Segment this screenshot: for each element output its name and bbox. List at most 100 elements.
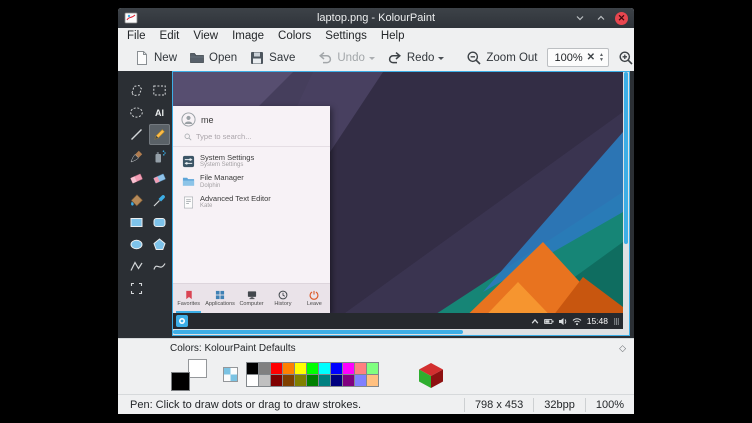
battery-icon bbox=[544, 317, 554, 326]
redo-button[interactable]: Redo bbox=[381, 47, 451, 69]
foreground-color-swatch[interactable] bbox=[171, 372, 190, 391]
maximize-button[interactable] bbox=[594, 12, 607, 25]
launcher-app[interactable]: Advanced Text EditorKate bbox=[173, 192, 330, 213]
launcher-tab-favorites[interactable]: Favorites bbox=[173, 284, 204, 313]
palette-color[interactable] bbox=[366, 374, 379, 387]
tool-selection-free-form[interactable] bbox=[126, 80, 147, 101]
rectangle-icon bbox=[129, 215, 144, 230]
tool-selection-elliptical[interactable] bbox=[126, 102, 147, 123]
undo-button[interactable]: Undo bbox=[311, 47, 381, 69]
search-placeholder: Type to search... bbox=[196, 132, 251, 141]
file-manager-icon bbox=[182, 175, 195, 188]
launcher-app[interactable]: File ManagerDolphin bbox=[173, 172, 330, 193]
menu-help[interactable]: Help bbox=[381, 30, 405, 42]
panel-toolbox-icon[interactable] bbox=[613, 317, 620, 326]
background-color-swatch[interactable] bbox=[188, 359, 207, 378]
tool-rectangle[interactable] bbox=[126, 212, 147, 233]
tool-rounded-rectangle[interactable] bbox=[149, 212, 170, 233]
launcher-tab-computer[interactable]: Computer bbox=[236, 284, 267, 313]
tool-zoom[interactable] bbox=[126, 278, 147, 299]
launcher-header: me bbox=[173, 106, 330, 130]
menu-edit[interactable]: Edit bbox=[160, 30, 180, 42]
zoom-in-button[interactable]: Zoom In bbox=[612, 47, 634, 69]
launcher-search-field[interactable]: Type to search... bbox=[173, 130, 330, 147]
transparent-color-swatch[interactable] bbox=[223, 367, 238, 382]
vertical-scrollbar[interactable] bbox=[623, 72, 629, 329]
brush-icon bbox=[129, 149, 144, 164]
launcher-tab-label: Computer bbox=[239, 301, 263, 307]
menu-file[interactable]: File bbox=[127, 30, 146, 42]
tool-color-picker[interactable] bbox=[149, 190, 170, 211]
favorites-icon bbox=[184, 290, 194, 300]
color-swatch-widget[interactable] bbox=[168, 358, 210, 392]
colors-panel: Colors: KolourPaint Defaults ◇ bbox=[118, 338, 634, 394]
colors-panel-title: Colors: KolourPaint Defaults bbox=[170, 343, 296, 354]
menu-view[interactable]: View bbox=[193, 30, 218, 42]
launcher-tab-bar: Favorites Applications Computer HistoryLeav… bbox=[173, 283, 330, 313]
horizontal-scrollbar[interactable] bbox=[173, 329, 623, 335]
zoom-value: 100% bbox=[555, 52, 583, 64]
tool-curve[interactable] bbox=[149, 256, 170, 277]
tool-text[interactable]: AI bbox=[149, 102, 170, 123]
color-similarity-cube[interactable] bbox=[416, 360, 446, 390]
tool-connected-lines[interactable] bbox=[126, 256, 147, 277]
save-icon bbox=[249, 50, 265, 66]
text-icon: AI bbox=[152, 105, 167, 120]
eraser-icon bbox=[129, 171, 144, 186]
application-launcher-icon[interactable] bbox=[176, 315, 188, 327]
menu-settings[interactable]: Settings bbox=[325, 30, 367, 42]
vertical-scrollbar-thumb[interactable] bbox=[624, 72, 628, 244]
tool-flood-fill[interactable] bbox=[126, 190, 147, 211]
curve-icon bbox=[152, 259, 167, 274]
tool-ellipse[interactable] bbox=[126, 234, 147, 255]
dock-float-icon[interactable]: ◇ bbox=[619, 343, 626, 354]
rect-selection-icon bbox=[152, 83, 167, 98]
tool-brush[interactable] bbox=[126, 146, 147, 167]
titlebar[interactable]: laptop.png - KolourPaint ✕ bbox=[118, 8, 634, 28]
tool-selection-rectangular[interactable] bbox=[149, 80, 170, 101]
horizontal-scrollbar-thumb[interactable] bbox=[173, 330, 463, 334]
menu-image[interactable]: Image bbox=[232, 30, 264, 42]
menu-colors[interactable]: Colors bbox=[278, 30, 311, 42]
clear-icon[interactable]: ✕ bbox=[587, 52, 595, 63]
tool-polygon[interactable] bbox=[149, 234, 170, 255]
new-button[interactable]: New bbox=[128, 47, 183, 69]
zoom-combobox[interactable]: 100% ✕ ▲▼ bbox=[547, 48, 609, 67]
free-form-selection-icon bbox=[129, 83, 144, 98]
kolourpaint-window: laptop.png - KolourPaint ✕ File Edit View I… bbox=[118, 8, 634, 414]
canvas-image[interactable]: me Type to search... System SettingsSyst… bbox=[173, 72, 623, 329]
tool-color-eraser[interactable] bbox=[149, 168, 170, 189]
pen-icon bbox=[152, 127, 167, 142]
flood-fill-icon bbox=[129, 193, 144, 208]
polyline-icon bbox=[129, 259, 144, 274]
main-area: AI bbox=[118, 71, 634, 338]
search-icon bbox=[184, 133, 192, 141]
menubar: File Edit View Image Colors Settings Help bbox=[118, 28, 634, 44]
tool-line[interactable] bbox=[126, 124, 147, 145]
launcher-tab-history[interactable]: History bbox=[267, 284, 298, 313]
spraycan-icon bbox=[152, 149, 167, 164]
launcher-tab-applications[interactable]: Applications bbox=[204, 284, 235, 313]
open-button[interactable]: Open bbox=[183, 47, 243, 69]
launcher-tab-label: Favorites bbox=[177, 301, 200, 307]
launcher-app-name: Advanced Text Editor bbox=[200, 195, 271, 204]
system-tray bbox=[528, 317, 584, 326]
canvas-viewport: me Type to search... System SettingsSyst… bbox=[172, 71, 630, 336]
zoom-out-button[interactable]: Zoom Out bbox=[460, 47, 543, 69]
launcher-tab-leave[interactable]: Leave bbox=[299, 284, 330, 313]
launcher-app[interactable]: System SettingsSystem Settings bbox=[173, 151, 330, 172]
save-button[interactable]: Save bbox=[243, 47, 301, 69]
minimize-button[interactable] bbox=[573, 12, 586, 25]
tool-eraser[interactable] bbox=[126, 168, 147, 189]
status-color-depth: 32bpp bbox=[533, 398, 585, 412]
spinner-arrows-icon[interactable]: ▲▼ bbox=[599, 53, 604, 63]
chevron-down-icon bbox=[438, 57, 444, 63]
undo-icon bbox=[317, 50, 333, 66]
new-document-icon bbox=[134, 50, 150, 66]
status-dimensions: 798 x 453 bbox=[464, 398, 533, 412]
launcher-app-name: System Settings bbox=[200, 154, 254, 163]
close-button[interactable]: ✕ bbox=[615, 12, 628, 25]
tool-spraycan[interactable] bbox=[149, 146, 170, 167]
panel-clock[interactable]: 15:48 bbox=[587, 316, 608, 326]
tool-pen[interactable] bbox=[149, 124, 170, 145]
